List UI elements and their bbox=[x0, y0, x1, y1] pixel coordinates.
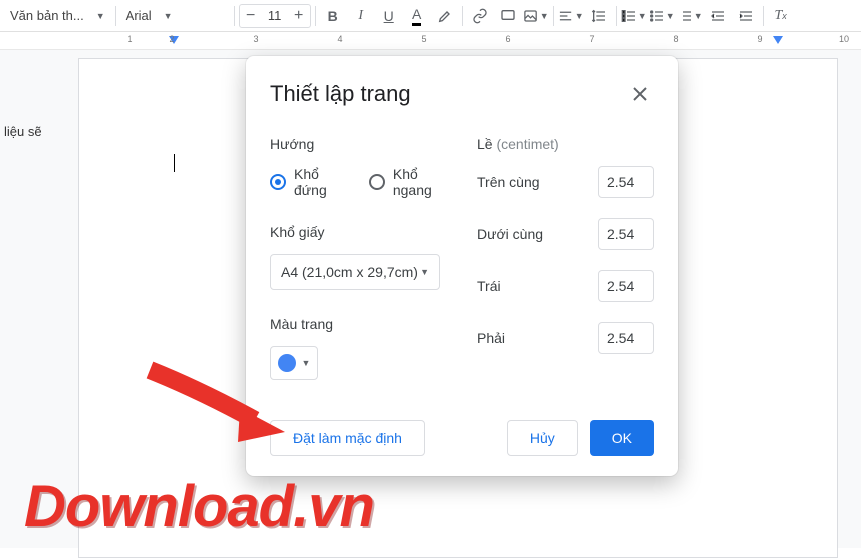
margin-right-label: Phải bbox=[477, 330, 505, 346]
page-color-label: Màu trang bbox=[270, 316, 447, 332]
cancel-label: Hủy bbox=[530, 430, 555, 446]
page-setup-dialog: Thiết lập trang Hướng Khổ đứng Khổ ngang bbox=[246, 56, 678, 476]
set-default-button[interactable]: Đặt làm mặc định bbox=[270, 420, 425, 456]
watermark: Download.vn bbox=[24, 473, 374, 540]
dropdown-caret-icon: ▼ bbox=[302, 358, 311, 368]
orientation-portrait-radio[interactable]: Khổ đứng bbox=[270, 166, 343, 198]
margin-top-input[interactable] bbox=[598, 166, 654, 198]
margins-unit: (centimet) bbox=[496, 136, 558, 152]
dropdown-caret-icon: ▼ bbox=[420, 267, 429, 277]
cancel-button[interactable]: Hủy bbox=[507, 420, 578, 456]
margin-left-input[interactable] bbox=[598, 270, 654, 302]
orientation-landscape-radio[interactable]: Khổ ngang bbox=[369, 166, 447, 198]
radio-label: Khổ đứng bbox=[294, 166, 343, 198]
margin-top-label: Trên cùng bbox=[477, 174, 540, 190]
radio-label: Khổ ngang bbox=[393, 166, 447, 198]
paper-size-select[interactable]: A4 (21,0cm x 29,7cm) ▼ bbox=[270, 254, 440, 290]
color-swatch-icon bbox=[278, 354, 296, 372]
radio-icon bbox=[369, 174, 385, 190]
close-icon bbox=[633, 87, 647, 101]
dialog-backdrop: Thiết lập trang Hướng Khổ đứng Khổ ngang bbox=[0, 0, 861, 548]
right-column: Lề (centimet) Trên cùng Dưới cùng Trái P… bbox=[477, 136, 654, 380]
paper-size-value: A4 (21,0cm x 29,7cm) bbox=[281, 264, 418, 280]
paper-size-label: Khổ giấy bbox=[270, 224, 447, 240]
margins-label-text: Lề bbox=[477, 136, 493, 152]
ok-button[interactable]: OK bbox=[590, 420, 654, 456]
set-default-label: Đặt làm mặc định bbox=[293, 430, 402, 446]
ok-label: OK bbox=[612, 430, 632, 446]
margin-right-input[interactable] bbox=[598, 322, 654, 354]
dialog-title: Thiết lập trang bbox=[270, 81, 411, 107]
close-button[interactable] bbox=[626, 80, 654, 108]
margins-label: Lề (centimet) bbox=[477, 136, 654, 152]
orientation-label: Hướng bbox=[270, 136, 447, 152]
margin-bottom-label: Dưới cùng bbox=[477, 226, 543, 242]
margin-bottom-input[interactable] bbox=[598, 218, 654, 250]
left-column: Hướng Khổ đứng Khổ ngang Khổ giấy A4 (21… bbox=[270, 136, 447, 380]
page-color-select[interactable]: ▼ bbox=[270, 346, 318, 380]
radio-icon bbox=[270, 174, 286, 190]
margin-left-label: Trái bbox=[477, 278, 501, 294]
